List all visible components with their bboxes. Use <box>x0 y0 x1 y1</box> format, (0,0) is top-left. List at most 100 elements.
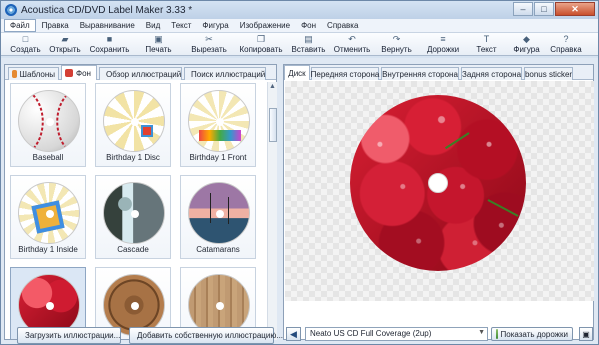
help-button[interactable]: ? Справка <box>547 33 585 56</box>
save-label: Сохранить <box>89 45 130 54</box>
disc-center-hole <box>428 173 448 193</box>
scissors-icon: ✂ <box>205 34 213 44</box>
menu-background[interactable]: Фон <box>296 20 321 31</box>
print-button[interactable]: ▣ Печать <box>134 33 183 56</box>
tab-back[interactable]: Задняя сторона <box>461 67 522 80</box>
back-arrow-icon[interactable]: ◀ <box>286 327 301 341</box>
left-button-row: Загрузить иллюстрации... Добавить собств… <box>9 327 283 344</box>
cascade-thumbnail <box>103 182 165 244</box>
gallery-item-cascade[interactable]: Cascade <box>95 175 171 259</box>
tab-search-art-label: Поиск иллюстраций <box>191 69 266 79</box>
menu-align[interactable]: Выравнивание <box>75 20 140 31</box>
left-tabs: Шаблоны Фон Обзор иллюстраций Поиск иллю… <box>5 65 276 80</box>
gallery-item-birthday-front[interactable]: Birthday 1 Front <box>180 83 256 167</box>
print-label: Печать <box>145 45 172 54</box>
notes-icon[interactable]: ▣ <box>579 327 593 341</box>
menu-shape[interactable]: Фигура <box>197 20 233 31</box>
show-tracks-button[interactable]: Показать дорожки <box>491 327 573 341</box>
undo-button[interactable]: ↶ Отменить <box>330 33 374 56</box>
new-icon: □ <box>22 34 29 44</box>
text-tool-label: Текст <box>476 45 497 54</box>
art-gallery: Baseball Birthday 1 Disc Birthday 1 Fron… <box>10 83 265 339</box>
load-art-button[interactable]: Загрузить иллюстрации... <box>17 327 121 344</box>
paste-label: Вставить <box>291 45 326 54</box>
load-art-label: Загрузить иллюстрации... <box>25 331 121 340</box>
design-canvas[interactable] <box>285 81 594 301</box>
tab-inside[interactable]: Внутренняя сторона <box>381 67 459 80</box>
tab-browse-art[interactable]: Обзор иллюстраций <box>99 67 182 80</box>
tab-templates[interactable]: Шаблоны <box>8 67 59 80</box>
menu-image[interactable]: Изображение <box>235 20 295 31</box>
tab-browse-art-label: Обзор иллюстраций <box>106 69 182 79</box>
birthday-disc-thumbnail <box>103 90 165 152</box>
tab-disc[interactable]: Диск <box>284 65 310 80</box>
cherry-stem <box>444 132 470 150</box>
gift-icon <box>31 200 65 234</box>
print-icon: ▣ <box>154 34 163 44</box>
gallery-item-birthday-disc[interactable]: Birthday 1 Disc <box>95 83 171 167</box>
help-icon: ? <box>563 34 569 44</box>
label-type-select[interactable]: Neato US CD Full Coverage (2up) ▼ <box>305 327 488 341</box>
undo-label: Отменить <box>333 45 371 54</box>
add-own-art-label: Добавить собственную иллюстрацию... <box>137 331 284 340</box>
menu-view[interactable]: Вид <box>141 20 165 31</box>
cut-button[interactable]: ✂ Вырезать <box>183 33 235 56</box>
thumb-label: Baseball <box>32 153 64 162</box>
shape-icon: ◆ <box>523 34 530 44</box>
gallery-scrollbar[interactable]: ▲ ▼ <box>267 82 277 340</box>
disc-preview[interactable] <box>350 95 526 271</box>
window-title: Acoustica CD/DVD Label Maker 3.33 * <box>21 4 193 16</box>
tab-bonus-sticker[interactable]: bonus sticker <box>524 67 573 80</box>
copy-label: Копировать <box>239 45 283 54</box>
redo-icon: ↷ <box>392 34 401 44</box>
mast-icon <box>210 193 211 223</box>
birthday-inside-thumbnail <box>18 182 80 244</box>
copy-button[interactable]: ❐ Копировать <box>235 33 287 56</box>
shape-tool-button[interactable]: ◆ Фигура <box>506 33 547 56</box>
cherry-stem <box>487 199 519 217</box>
gift-row-icon <box>199 130 241 141</box>
menu-help[interactable]: Справка <box>322 20 363 31</box>
app-icon <box>5 4 17 16</box>
left-panel: Шаблоны Фон Обзор иллюстраций Поиск иллю… <box>4 64 283 344</box>
tab-front[interactable]: Передняя сторона <box>311 67 379 80</box>
tracks-button[interactable]: ≡ Дорожки <box>419 33 467 56</box>
tab-search-art[interactable]: Поиск иллюстраций <box>184 67 266 80</box>
menu-edit[interactable]: Правка <box>37 20 74 31</box>
paste-button[interactable]: ▤ Вставить <box>287 33 330 56</box>
baseball-thumbnail <box>18 90 80 152</box>
gallery-item-catamarans[interactable]: Catamarans <box>180 175 256 259</box>
undo-icon: ↶ <box>348 34 356 44</box>
gift-icon <box>141 125 153 137</box>
scrollbar-thumb[interactable] <box>269 108 277 142</box>
catamarans-thumbnail <box>188 182 250 244</box>
text-tool-button[interactable]: T Текст <box>467 33 506 56</box>
gallery-item-baseball[interactable]: Baseball <box>10 83 86 167</box>
show-tracks-label: Показать дорожки <box>500 329 568 339</box>
menu-text[interactable]: Текст <box>166 20 196 31</box>
help-label: Справка <box>550 45 582 54</box>
maximize-button[interactable]: □ <box>534 2 554 16</box>
label-type-value: Neato US CD Full Coverage (2up) <box>310 329 432 338</box>
menu-file[interactable]: Файл <box>4 19 36 32</box>
tracks-icon: ≡ <box>440 34 446 44</box>
title-bar: Acoustica CD/DVD Label Maker 3.33 * – □ … <box>1 1 598 19</box>
thumb-label: Cascade <box>117 245 149 254</box>
add-own-art-button[interactable]: Добавить собственную иллюстрацию... <box>129 327 283 344</box>
minimize-button[interactable]: – <box>513 2 533 16</box>
save-button[interactable]: ■ Сохранить <box>85 33 134 56</box>
copy-icon: ❐ <box>256 34 266 44</box>
redo-button[interactable]: ↷ Вернуть <box>374 33 419 56</box>
toolbar: □ Создать ▰ Открыть ■ Сохранить ▣ Печать ✂ Вы… <box>1 33 598 56</box>
scroll-up-icon[interactable]: ▲ <box>268 82 277 92</box>
bottom-controls: ◀ Neato US CD Full Coverage (2up) ▼ Пока… <box>284 327 595 342</box>
gallery-item-birthday-inside[interactable]: Birthday 1 Inside <box>10 175 86 259</box>
new-label: Создать <box>10 45 41 54</box>
new-button[interactable]: □ Создать <box>6 33 45 56</box>
baseball-stitches <box>32 94 68 150</box>
tab-background[interactable]: Фон <box>61 65 97 80</box>
open-button[interactable]: ▰ Открыть <box>45 33 85 56</box>
templates-icon <box>12 70 17 78</box>
close-button[interactable]: ✕ <box>555 2 595 16</box>
shape-tool-label: Фигура <box>513 45 540 54</box>
